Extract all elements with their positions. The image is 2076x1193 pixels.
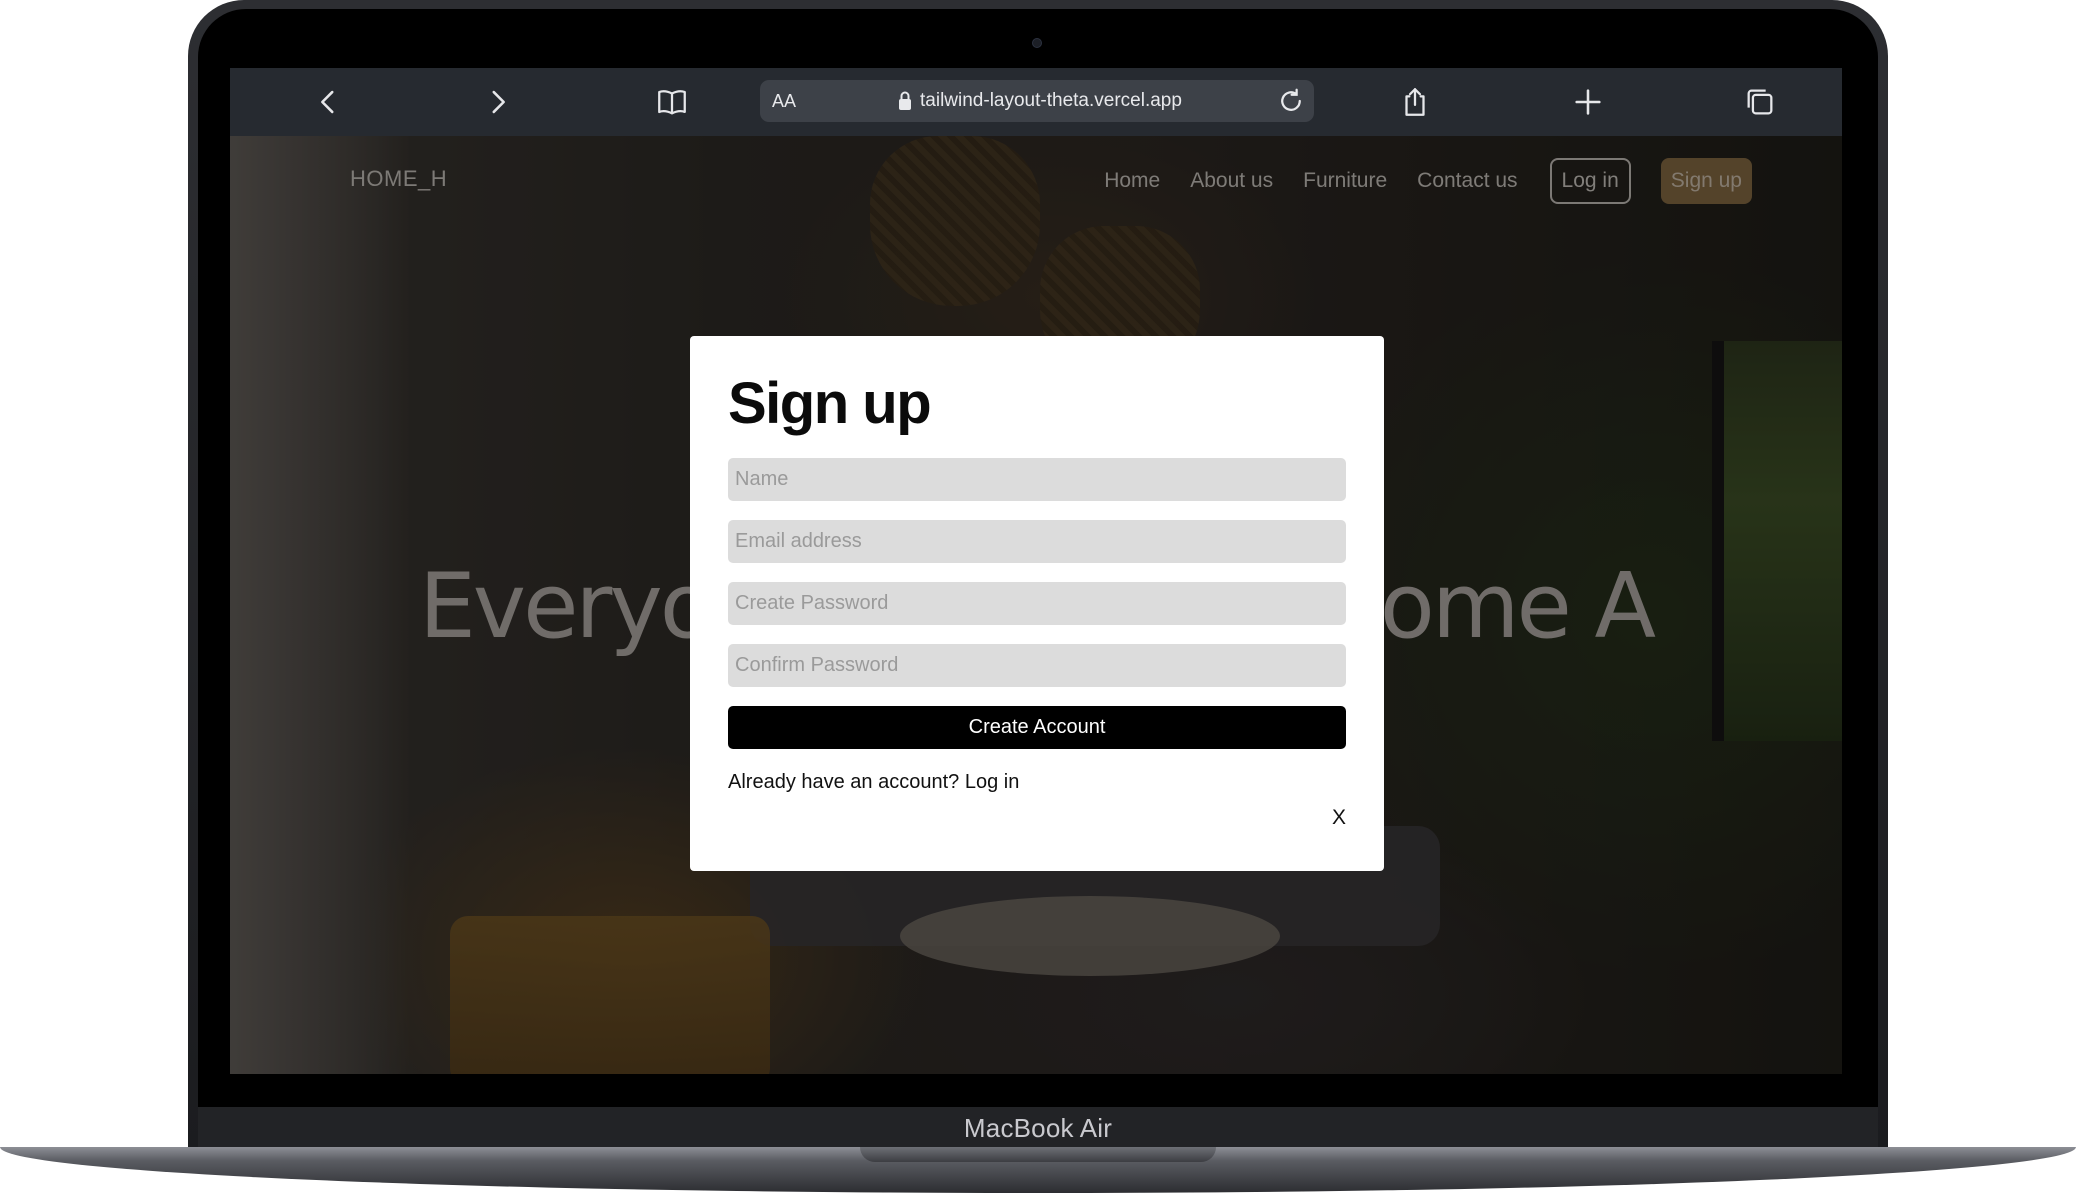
new-tab-plus-icon[interactable] [1568,82,1608,122]
device-label: MacBook Air [963,1113,1113,1143]
create-password-input[interactable] [728,582,1346,625]
share-icon[interactable] [1395,82,1435,122]
confirm-password-input[interactable] [728,644,1346,687]
screen: AA tailwind-layout-theta.vercel.app HOME… [230,68,1842,1074]
login-link[interactable]: Already have an account? Log in [728,771,1346,794]
laptop-hinge-notch [860,1147,1216,1162]
bookmarks-book-icon[interactable] [652,82,692,122]
name-input[interactable] [728,458,1346,501]
close-modal-button[interactable]: X [1332,806,1346,830]
address-bar[interactable]: AA tailwind-layout-theta.vercel.app [760,80,1314,122]
browser-toolbar: AA tailwind-layout-theta.vercel.app [230,68,1842,136]
modal-title: Sign up [728,371,932,436]
create-account-button[interactable]: Create Account [728,706,1346,749]
tabs-overview-icon[interactable] [1740,82,1780,122]
web-viewport: HOME_H Home About us Furniture Contact u… [230,136,1842,1074]
reader-aa-button[interactable]: AA [772,80,796,122]
email-input[interactable] [728,520,1346,563]
camera-icon [1032,38,1042,48]
signup-modal: Sign up Create Account Already have an a… [690,336,1384,871]
lock-icon [897,90,913,112]
url-text: tailwind-layout-theta.vercel.app [920,90,1182,111]
reload-icon[interactable] [1276,86,1306,116]
back-icon[interactable] [308,82,348,122]
forward-icon[interactable] [478,82,518,122]
